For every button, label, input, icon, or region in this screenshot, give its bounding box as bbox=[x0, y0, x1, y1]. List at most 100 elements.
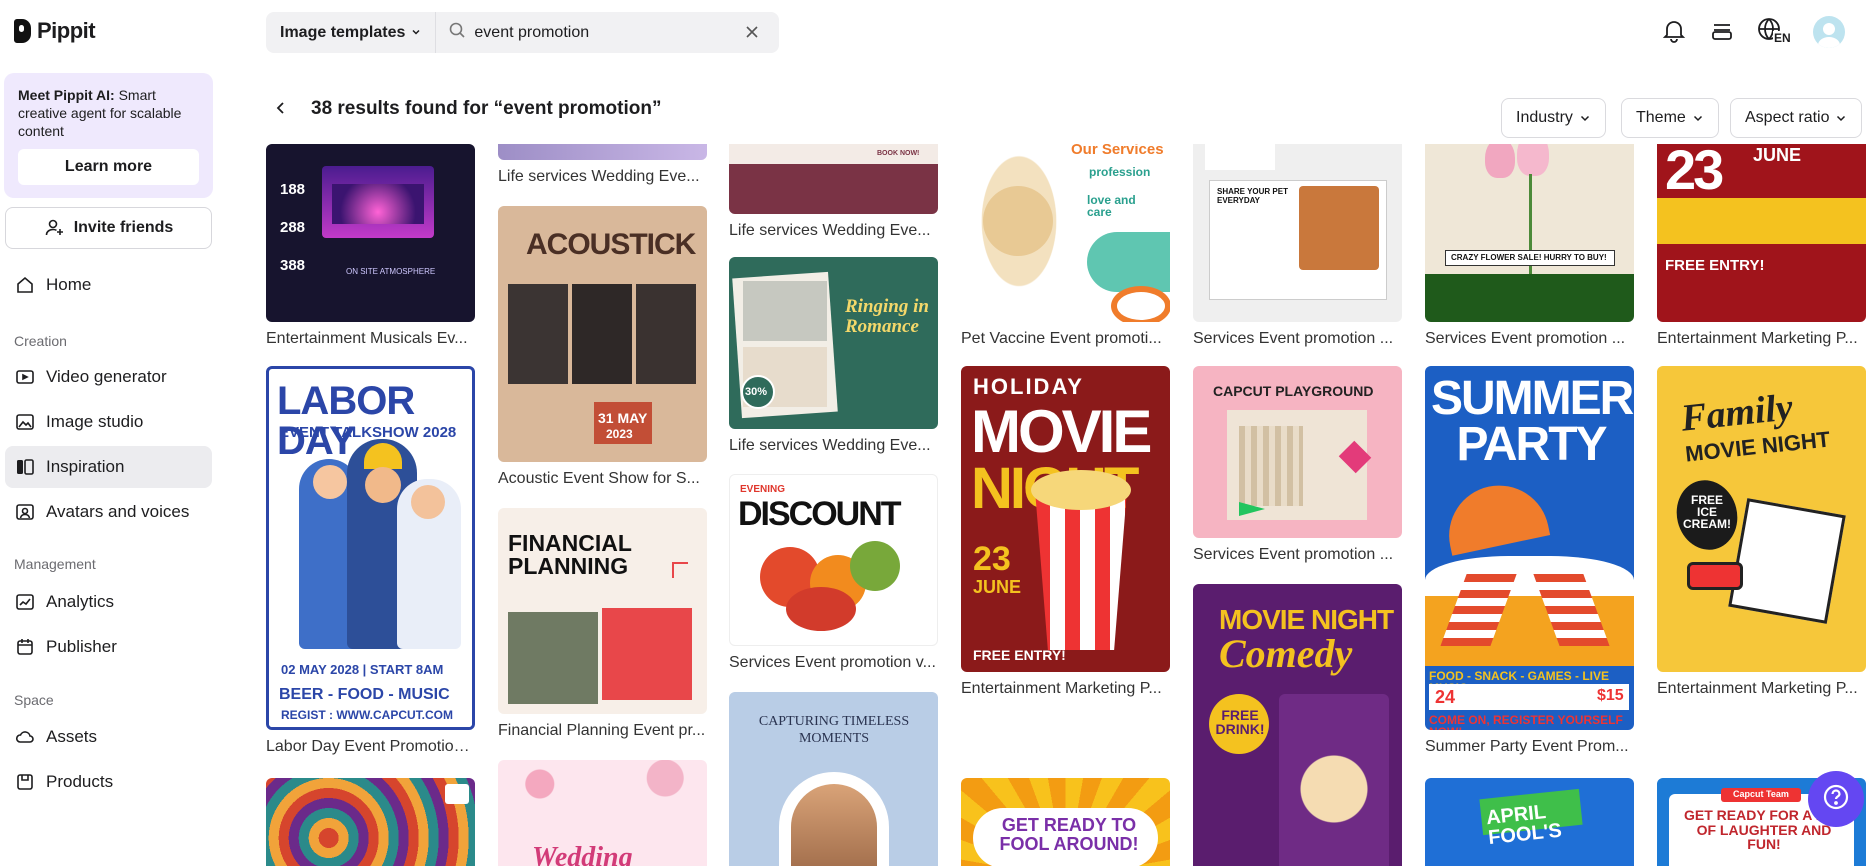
nav-assets[interactable]: Assets bbox=[5, 716, 212, 758]
template-card-evening-discount[interactable]: EVENING DISCOUNT Services Event promotio… bbox=[729, 474, 938, 674]
nav-products[interactable]: Products bbox=[5, 761, 212, 803]
template-thumbnail: APRIL FOOL'S bbox=[1425, 778, 1634, 866]
close-icon[interactable] bbox=[743, 23, 761, 46]
template-caption: Services Event promotion ... bbox=[1425, 330, 1626, 347]
template-caption: Labor Day Event Promotion... bbox=[266, 738, 475, 755]
invite-friends-button[interactable]: Invite friends bbox=[5, 207, 212, 249]
nav-analytics[interactable]: Analytics bbox=[5, 581, 212, 623]
template-card-summer-party[interactable]: SUMMER PARTY FOOD - SNACK - GAMES - LIVE… bbox=[1425, 366, 1634, 758]
poster-title: SUMMER PARTY bbox=[1431, 372, 1634, 471]
poster-month: JUNE bbox=[973, 577, 1022, 597]
analytics-icon bbox=[14, 591, 36, 613]
template-card-wedding-1[interactable]: Life services Wedding Eve... bbox=[498, 144, 707, 188]
filter-industry-label: Industry bbox=[1516, 109, 1573, 126]
nav-publisher[interactable]: Publisher bbox=[5, 626, 212, 668]
template-thumbnail: CAPCUT PLAYGROUND bbox=[1193, 366, 1402, 538]
template-card-family-movie-night[interactable]: Family MOVIE NIGHT FREE ICE CREAM! Enter… bbox=[1657, 366, 1866, 700]
filter-aspect-ratio[interactable]: Aspect ratio bbox=[1730, 98, 1863, 138]
discount-badge: 30% bbox=[745, 386, 768, 398]
template-card-flower-sale[interactable]: CRAZY FLOWER SALE! HURRY TO BUY! Service… bbox=[1425, 144, 1634, 350]
template-card-wedding-2[interactable]: BOOK NOW! Life services Wedding Eve... bbox=[729, 144, 938, 242]
filter-theme[interactable]: Theme bbox=[1621, 98, 1719, 138]
results-title: 38 results found for “event promotion” bbox=[311, 98, 662, 119]
template-card-entertainment-musicals[interactable]: 188 288 388 ON SITE ATMOSPHERE Entertain… bbox=[266, 144, 475, 350]
filter-aspect-label: Aspect ratio bbox=[1745, 109, 1830, 126]
poster-date: 23 bbox=[1665, 144, 1724, 201]
bell-icon[interactable] bbox=[1661, 17, 1687, 48]
template-caption: Services Event promotion ... bbox=[1193, 546, 1394, 563]
template-caption: Acoustic Event Show for S... bbox=[498, 470, 700, 487]
invite-friends-label: Invite friends bbox=[73, 219, 174, 236]
template-thumbnail: LABOR DAY EVENT TALKSHOW 2028 02 MAY 202… bbox=[266, 366, 475, 730]
poster-title: Wedding bbox=[532, 842, 633, 866]
poster-title: Family bbox=[1679, 386, 1795, 440]
avatar[interactable] bbox=[1813, 16, 1845, 48]
poster-free-drink: FREE DRINK! bbox=[1215, 707, 1265, 737]
template-card-holiday-movie-night[interactable]: HOLIDAY MOVIE NIGHT 23 JUNE FREE ENTRY! … bbox=[961, 366, 1170, 700]
template-thumbnail: CRAZY FLOWER SALE! HURRY TO BUY! bbox=[1425, 144, 1634, 322]
template-card-labor-day[interactable]: LABOR DAY EVENT TALKSHOW 2028 02 MAY 202… bbox=[266, 366, 475, 758]
poster-subtitle: ON SITE ATMOSPHERE bbox=[346, 267, 436, 276]
template-card-retro-pattern[interactable] bbox=[266, 778, 475, 866]
help-button[interactable] bbox=[1808, 771, 1864, 827]
nav-video-generator[interactable]: Video generator bbox=[5, 356, 212, 398]
nav-inspiration-label: Inspiration bbox=[46, 457, 125, 476]
help-question-icon bbox=[1822, 783, 1850, 816]
poster-title: Our Services bbox=[1071, 144, 1164, 158]
template-type-dropdown[interactable]: Image templates bbox=[266, 12, 437, 53]
poster-register: REGIST : WWW.CAPCUT.COM bbox=[281, 708, 453, 722]
poster-title: DISCOUNT bbox=[738, 495, 902, 533]
template-card-capturing-moments[interactable]: CAPTURING TIMELESS MOMENTS bbox=[729, 692, 938, 866]
learn-more-button[interactable]: Learn more bbox=[18, 149, 199, 185]
template-thumbnail: 188 288 388 ON SITE ATMOSPHERE bbox=[266, 144, 475, 322]
nav-image-studio[interactable]: Image studio bbox=[5, 401, 212, 443]
template-caption: Financial Planning Event pr... bbox=[498, 722, 706, 739]
template-card-april-fools[interactable]: APRIL FOOL'S bbox=[1425, 778, 1634, 866]
add-user-icon bbox=[44, 217, 66, 239]
template-caption: Entertainment Musicals Ev... bbox=[266, 330, 468, 347]
poster-year: 2023 bbox=[606, 427, 633, 441]
pippit-ai-promo: Meet Pippit AI: Smart creative agent for… bbox=[4, 73, 213, 198]
template-card-capcut-playground[interactable]: CAPCUT PLAYGROUND Services Event promoti… bbox=[1193, 366, 1402, 566]
template-card-acoustic[interactable]: ACOUSTICK 31 MAY 2023 Acoustic Event Sho… bbox=[498, 206, 707, 490]
filter-industry[interactable]: Industry bbox=[1501, 98, 1606, 138]
poster-items: BEER - FOOD - MUSIC bbox=[279, 686, 450, 703]
poster-subtitle: EVENT TALKSHOW 2028 bbox=[279, 424, 457, 441]
template-card-comedy-movie-night[interactable]: MOVIE NIGHT Comedy FREE DRINK! bbox=[1193, 584, 1402, 866]
inbox-stack-icon[interactable] bbox=[1709, 17, 1735, 48]
template-card-june-free-entry[interactable]: 23 JUNE FREE ENTRY! Entertainment Market… bbox=[1657, 144, 1866, 350]
template-caption: Services Event promotion v... bbox=[729, 654, 936, 671]
nav-publisher-label: Publisher bbox=[46, 637, 117, 656]
template-card-wedding-floral[interactable]: Wedding bbox=[498, 760, 707, 866]
template-card-ringing-romance[interactable]: 30% Ringing in Romance Life services Wed… bbox=[729, 257, 938, 457]
calendar-icon bbox=[14, 636, 36, 658]
template-card-share-pet[interactable]: SHARE YOUR PET EVERYDAY Services Event p… bbox=[1193, 144, 1402, 350]
language-globe-icon[interactable]: EN bbox=[1757, 17, 1792, 47]
template-card-financial-planning[interactable]: FINANCIAL PLANNING Financial Planning Ev… bbox=[498, 508, 707, 742]
template-thumbnail: ACOUSTICK 31 MAY 2023 bbox=[498, 206, 707, 462]
nav-avatars-voices[interactable]: Avatars and voices bbox=[5, 491, 212, 533]
back-arrow-icon[interactable] bbox=[273, 100, 289, 121]
nav-home[interactable]: Home bbox=[5, 264, 212, 306]
filter-theme-label: Theme bbox=[1636, 109, 1686, 126]
nav-inspiration[interactable]: Inspiration bbox=[5, 446, 212, 488]
template-thumbnail: MOVIE NIGHT Comedy FREE DRINK! bbox=[1193, 584, 1402, 866]
poster-title: CAPCUT PLAYGROUND bbox=[1213, 383, 1374, 399]
promo-title: Meet Pippit AI: bbox=[18, 87, 115, 103]
section-creation: Creation bbox=[14, 333, 67, 349]
pippit-logo-icon bbox=[14, 19, 31, 43]
template-thumbnail: CAPTURING TIMELESS MOMENTS bbox=[729, 692, 938, 866]
template-caption: Life services Wedding Eve... bbox=[729, 222, 931, 239]
template-card-pet-vaccine[interactable]: Our Services profession love and care Pe… bbox=[961, 144, 1170, 350]
search-input[interactable] bbox=[474, 23, 735, 42]
template-card-get-ready-fool[interactable]: GET READY TO FOOL AROUND! bbox=[961, 778, 1170, 866]
template-thumbnail: GET READY TO FOOL AROUND! bbox=[961, 778, 1170, 866]
template-thumbnail: 23 JUNE FREE ENTRY! bbox=[1657, 144, 1866, 322]
poster-team: Capcut Team bbox=[1733, 789, 1789, 799]
poster-title: CAPTURING TIMELESS MOMENTS bbox=[758, 714, 910, 746]
poster-ticket-price: $15 bbox=[1597, 687, 1624, 704]
poster-free-ice-cream: FREE ICE CREAM! bbox=[1683, 493, 1731, 531]
nav-analytics-label: Analytics bbox=[46, 592, 115, 611]
poster-free-entry: FREE ENTRY! bbox=[973, 647, 1066, 663]
pippit-logo[interactable]: Pippit bbox=[14, 18, 96, 44]
